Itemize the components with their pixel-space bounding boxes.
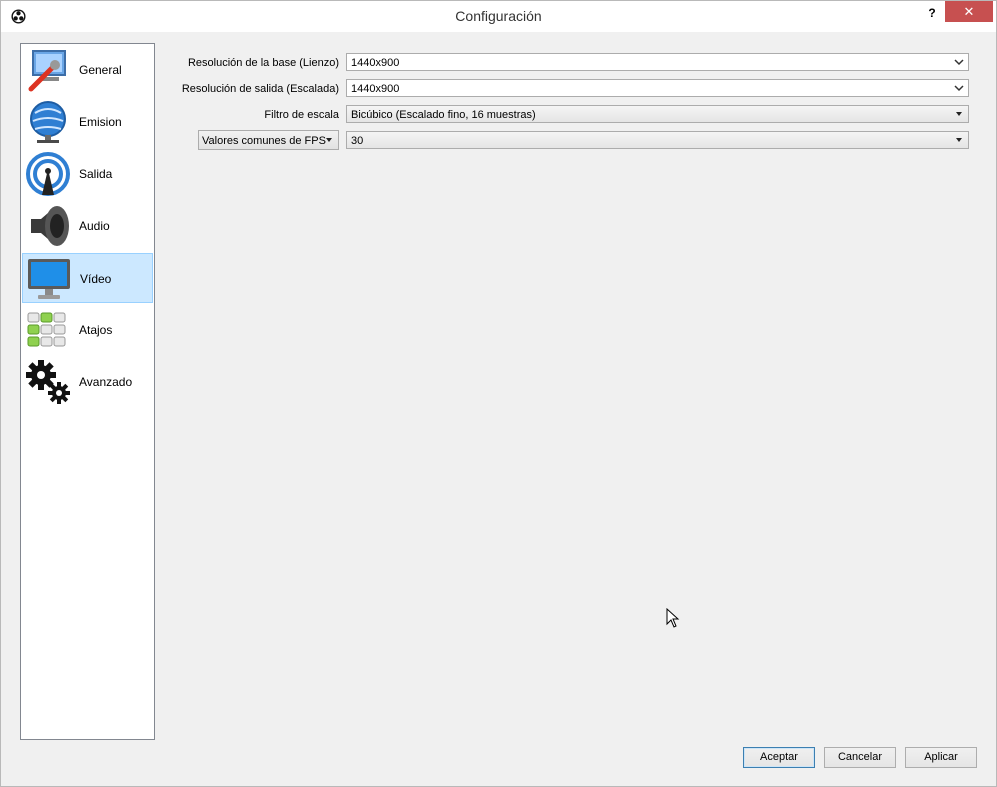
- cancel-button[interactable]: Cancelar: [824, 747, 896, 768]
- sidebar-item-emision[interactable]: Emision: [22, 97, 153, 147]
- general-icon: [28, 50, 66, 92]
- broadcast-icon: [30, 101, 66, 143]
- apply-button[interactable]: Aplicar: [905, 747, 977, 768]
- sidebar-item-label: Vídeo: [80, 272, 112, 286]
- output-icon: [26, 152, 70, 196]
- sidebar-item-label: General: [79, 63, 122, 77]
- fps-type-value: Valores comunes de FPS: [202, 135, 326, 147]
- sidebar-item-label: Atajos: [79, 323, 113, 337]
- sidebar-item-salida[interactable]: Salida: [22, 149, 153, 199]
- window-title: Configuración: [455, 8, 542, 24]
- sidebar-item-label: Audio: [79, 219, 110, 233]
- settings-window: Configuración ? ✕ General Emision Salida…: [0, 0, 997, 787]
- sidebar-item-audio[interactable]: Audio: [22, 201, 153, 251]
- base-resolution-label: Resolución de la base (Lienzo): [187, 57, 339, 69]
- scale-filter-combo[interactable]: Bicúbico (Escalado fino, 16 muestras): [346, 105, 969, 123]
- help-button[interactable]: ?: [922, 3, 942, 23]
- caret-down-icon: [956, 112, 962, 116]
- keyboard-icon: [27, 312, 66, 347]
- fps-value-combo[interactable]: 30: [346, 131, 969, 149]
- caret-down-icon: [956, 138, 962, 142]
- settings-sidebar: General Emision Salida Audio Vídeo Atajo…: [20, 43, 155, 740]
- caret-down-icon: [326, 138, 332, 142]
- monitor-icon: [28, 259, 70, 299]
- title-bar[interactable]: Configuración ? ✕: [1, 1, 996, 32]
- mouse-cursor-icon: [666, 608, 680, 628]
- chevron-down-icon: [954, 59, 964, 66]
- scale-filter-label: Filtro de escala: [264, 109, 339, 121]
- sidebar-item-atajos[interactable]: Atajos: [22, 305, 153, 355]
- chevron-down-icon: [954, 85, 964, 92]
- speaker-icon: [31, 206, 69, 246]
- sidebar-item-general[interactable]: General: [22, 45, 153, 95]
- sidebar-item-label: Avanzado: [79, 375, 133, 389]
- accept-button[interactable]: Aceptar: [743, 747, 815, 768]
- output-resolution-combo[interactable]: 1440x900: [346, 79, 969, 97]
- sidebar-item-label: Salida: [79, 167, 113, 181]
- fps-type-combo[interactable]: Valores comunes de FPS: [198, 130, 339, 150]
- output-resolution-label: Resolución de salida (Escalada): [181, 83, 339, 95]
- gears-icon: [26, 360, 70, 404]
- close-button[interactable]: ✕: [945, 1, 993, 22]
- sidebar-item-video[interactable]: Vídeo: [22, 253, 153, 303]
- base-resolution-value: 1440x900: [351, 57, 400, 69]
- sidebar-item-avanzado[interactable]: Avanzado: [22, 357, 153, 407]
- sidebar-item-label: Emision: [79, 115, 122, 129]
- scale-filter-value: Bicúbico (Escalado fino, 16 muestras): [351, 109, 536, 121]
- output-resolution-value: 1440x900: [351, 83, 400, 95]
- base-resolution-combo[interactable]: 1440x900: [346, 53, 969, 71]
- fps-value: 30: [351, 135, 364, 147]
